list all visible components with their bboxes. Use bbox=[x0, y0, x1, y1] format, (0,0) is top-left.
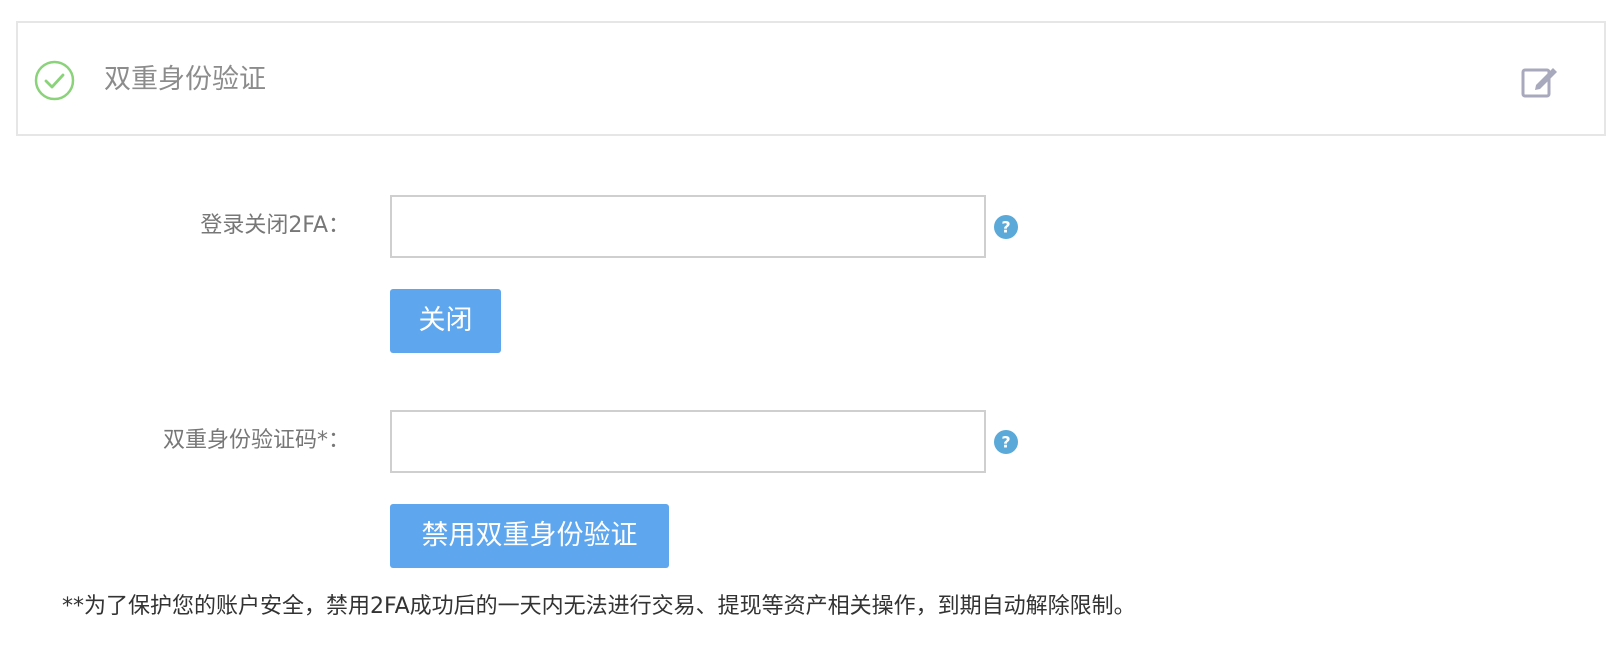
section-title: 双重身份验证 bbox=[104, 64, 266, 95]
two-factor-header: 双重身份验证 bbox=[16, 21, 1606, 136]
help-circle-icon[interactable]: ? bbox=[994, 430, 1018, 454]
two-factor-code-input[interactable] bbox=[390, 410, 986, 473]
login-close-2fa-label: 登录关闭2FA： bbox=[200, 213, 350, 238]
edit-icon[interactable] bbox=[1520, 61, 1560, 101]
close-button[interactable]: 关闭 bbox=[390, 289, 501, 353]
disable-2fa-button[interactable]: 禁用双重身份验证 bbox=[390, 504, 669, 568]
security-notice: **为了保护您的账户安全，禁用2FA成功后的一天内无法进行交易、提现等资产相关操… bbox=[62, 594, 1136, 619]
svg-text:?: ? bbox=[1001, 218, 1010, 237]
login-close-2fa-input[interactable] bbox=[390, 195, 986, 258]
two-factor-code-label: 双重身份验证码*： bbox=[162, 428, 350, 453]
help-circle-icon[interactable]: ? bbox=[994, 215, 1018, 239]
check-circle-icon bbox=[34, 60, 75, 101]
svg-text:?: ? bbox=[1001, 433, 1010, 452]
